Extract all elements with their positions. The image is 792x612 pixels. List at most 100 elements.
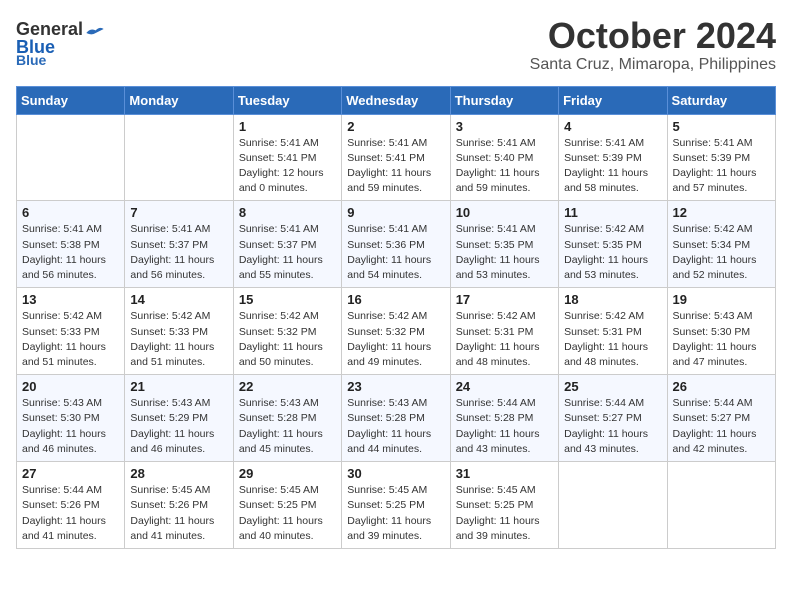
sunrise-text: Sunrise: 5:41 AM — [347, 136, 444, 151]
sunset-text: Sunset: 5:25 PM — [347, 498, 444, 513]
sunset-text: Sunset: 5:37 PM — [130, 238, 227, 253]
day-number: 11 — [564, 205, 661, 220]
logo: GeneralBlue Blue — [16, 20, 105, 68]
daylight-text: Daylight: 11 hours and 45 minutes. — [239, 427, 336, 457]
calendar-day-cell: 3Sunrise: 5:41 AMSunset: 5:40 PMDaylight… — [450, 114, 558, 201]
day-info: Sunrise: 5:42 AMSunset: 5:32 PMDaylight:… — [347, 309, 444, 370]
daylight-text: Daylight: 12 hours and 0 minutes. — [239, 166, 336, 196]
daylight-text: Daylight: 11 hours and 39 minutes. — [456, 514, 553, 544]
calendar-body: 1Sunrise: 5:41 AMSunset: 5:41 PMDaylight… — [17, 114, 776, 548]
daylight-text: Daylight: 11 hours and 39 minutes. — [347, 514, 444, 544]
weekday-header-cell: Friday — [559, 86, 667, 114]
day-info: Sunrise: 5:41 AMSunset: 5:39 PMDaylight:… — [673, 136, 770, 197]
day-number: 2 — [347, 119, 444, 134]
calendar-day-cell: 10Sunrise: 5:41 AMSunset: 5:35 PMDayligh… — [450, 201, 558, 288]
sunset-text: Sunset: 5:41 PM — [347, 151, 444, 166]
daylight-text: Daylight: 11 hours and 43 minutes. — [564, 427, 661, 457]
day-info: Sunrise: 5:41 AMSunset: 5:37 PMDaylight:… — [239, 222, 336, 283]
day-number: 12 — [673, 205, 770, 220]
calendar: SundayMondayTuesdayWednesdayThursdayFrid… — [16, 86, 776, 549]
location-title: Santa Cruz, Mimaropa, Philippines — [530, 56, 776, 74]
calendar-day-cell: 24Sunrise: 5:44 AMSunset: 5:28 PMDayligh… — [450, 375, 558, 462]
sunrise-text: Sunrise: 5:43 AM — [239, 396, 336, 411]
sunset-text: Sunset: 5:39 PM — [673, 151, 770, 166]
day-number: 19 — [673, 292, 770, 307]
sunrise-text: Sunrise: 5:42 AM — [347, 309, 444, 324]
sunset-text: Sunset: 5:33 PM — [130, 325, 227, 340]
day-number: 23 — [347, 379, 444, 394]
calendar-day-cell: 26Sunrise: 5:44 AMSunset: 5:27 PMDayligh… — [667, 375, 775, 462]
day-info: Sunrise: 5:41 AMSunset: 5:40 PMDaylight:… — [456, 136, 553, 197]
day-info: Sunrise: 5:42 AMSunset: 5:33 PMDaylight:… — [22, 309, 119, 370]
day-number: 31 — [456, 466, 553, 481]
daylight-text: Daylight: 11 hours and 57 minutes. — [673, 166, 770, 196]
day-info: Sunrise: 5:44 AMSunset: 5:28 PMDaylight:… — [456, 396, 553, 457]
calendar-day-cell: 1Sunrise: 5:41 AMSunset: 5:41 PMDaylight… — [233, 114, 341, 201]
calendar-day-cell: 16Sunrise: 5:42 AMSunset: 5:32 PMDayligh… — [342, 288, 450, 375]
sunrise-text: Sunrise: 5:41 AM — [239, 222, 336, 237]
sunrise-text: Sunrise: 5:42 AM — [239, 309, 336, 324]
calendar-week-row: 13Sunrise: 5:42 AMSunset: 5:33 PMDayligh… — [17, 288, 776, 375]
day-info: Sunrise: 5:41 AMSunset: 5:37 PMDaylight:… — [130, 222, 227, 283]
calendar-day-cell: 31Sunrise: 5:45 AMSunset: 5:25 PMDayligh… — [450, 462, 558, 549]
day-info: Sunrise: 5:41 AMSunset: 5:41 PMDaylight:… — [347, 136, 444, 197]
calendar-day-cell: 29 Sunrise: 5:45 AMSunset: 5:25 PMDayligh… — [233, 462, 341, 549]
day-info: Sunrise: 5:41 AMSunset: 5:36 PMDaylight:… — [347, 222, 444, 283]
day-info: Sunrise: 5:45 AMSunset: 5:25 PMDaylight:… — [239, 483, 336, 544]
daylight-text: Daylight: 11 hours and 55 minutes. — [239, 253, 336, 283]
day-number: 6 — [22, 205, 119, 220]
daylight-text: Daylight: 11 hours and 43 minutes. — [456, 427, 553, 457]
logo-text: GeneralBlue — [16, 20, 83, 56]
calendar-day-cell: 8Sunrise: 5:41 AMSunset: 5:37 PMDaylight… — [233, 201, 341, 288]
day-info: Sunrise: 5:45 AMSunset: 5:26 PMDaylight:… — [130, 483, 227, 544]
daylight-text: Daylight: 11 hours and 41 minutes. — [130, 514, 227, 544]
sunrise-text: Sunrise: 5:44 AM — [673, 396, 770, 411]
day-number: 10 — [456, 205, 553, 220]
calendar-day-cell: 11Sunrise: 5:42 AMSunset: 5:35 PMDayligh… — [559, 201, 667, 288]
daylight-text: Daylight: 11 hours and 54 minutes. — [347, 253, 444, 283]
daylight-text: Daylight: 11 hours and 41 minutes. — [22, 514, 119, 544]
calendar-day-cell: 7Sunrise: 5:41 AMSunset: 5:37 PMDaylight… — [125, 201, 233, 288]
sunset-text: Sunset: 5:30 PM — [22, 411, 119, 426]
daylight-text: Daylight: 11 hours and 44 minutes. — [347, 427, 444, 457]
sunset-text: Sunset: 5:32 PM — [347, 325, 444, 340]
calendar-day-cell: 30Sunrise: 5:45 AMSunset: 5:25 PMDayligh… — [342, 462, 450, 549]
sunrise-text: Sunrise: 5:42 AM — [673, 222, 770, 237]
sunrise-text: Sunrise: 5:41 AM — [673, 136, 770, 151]
calendar-day-cell: 5Sunrise: 5:41 AMSunset: 5:39 PMDaylight… — [667, 114, 775, 201]
sunset-text: Sunset: 5:31 PM — [564, 325, 661, 340]
weekday-header-cell: Monday — [125, 86, 233, 114]
calendar-day-cell: 23Sunrise: 5:43 AMSunset: 5:28 PMDayligh… — [342, 375, 450, 462]
calendar-day-cell: 22Sunrise: 5:43 AMSunset: 5:28 PMDayligh… — [233, 375, 341, 462]
daylight-text: Daylight: 11 hours and 53 minutes. — [564, 253, 661, 283]
calendar-day-cell: 14Sunrise: 5:42 AMSunset: 5:33 PMDayligh… — [125, 288, 233, 375]
sunrise-text: Sunrise: 5:41 AM — [347, 222, 444, 237]
daylight-text: Daylight: 11 hours and 58 minutes. — [564, 166, 661, 196]
calendar-week-row: 1Sunrise: 5:41 AMSunset: 5:41 PMDaylight… — [17, 114, 776, 201]
day-number: 29 — [239, 466, 336, 481]
sunset-text: Sunset: 5:31 PM — [456, 325, 553, 340]
sunrise-text: Sunrise: 5:42 AM — [456, 309, 553, 324]
calendar-day-cell: 15Sunrise: 5:42 AMSunset: 5:32 PMDayligh… — [233, 288, 341, 375]
day-number: 4 — [564, 119, 661, 134]
weekday-header-cell: Wednesday — [342, 86, 450, 114]
sunrise-text: Sunrise: 5:42 AM — [130, 309, 227, 324]
day-number: 18 — [564, 292, 661, 307]
calendar-day-cell: 9 Sunrise: 5:41 AMSunset: 5:36 PMDaylight… — [342, 201, 450, 288]
sunrise-text: Sunrise: 5:45 AM — [347, 483, 444, 498]
sunrise-text: Sunrise: 5:43 AM — [130, 396, 227, 411]
calendar-day-cell — [667, 462, 775, 549]
daylight-text: Daylight: 11 hours and 46 minutes. — [22, 427, 119, 457]
sunset-text: Sunset: 5:26 PM — [22, 498, 119, 513]
calendar-day-cell: 4Sunrise: 5:41 AMSunset: 5:39 PMDaylight… — [559, 114, 667, 201]
sunset-text: Sunset: 5:37 PM — [239, 238, 336, 253]
day-number: 9 — [347, 205, 444, 220]
daylight-text: Daylight: 11 hours and 42 minutes. — [673, 427, 770, 457]
sunrise-text: Sunrise: 5:41 AM — [456, 222, 553, 237]
sunrise-text: Sunrise: 5:41 AM — [456, 136, 553, 151]
calendar-day-cell: 2 Sunrise: 5:41 AMSunset: 5:41 PMDaylight… — [342, 114, 450, 201]
daylight-text: Daylight: 11 hours and 59 minutes. — [347, 166, 444, 196]
daylight-text: Daylight: 11 hours and 47 minutes. — [673, 340, 770, 370]
sunrise-text: Sunrise: 5:45 AM — [456, 483, 553, 498]
calendar-week-row: 20Sunrise: 5:43 AMSunset: 5:30 PMDayligh… — [17, 375, 776, 462]
